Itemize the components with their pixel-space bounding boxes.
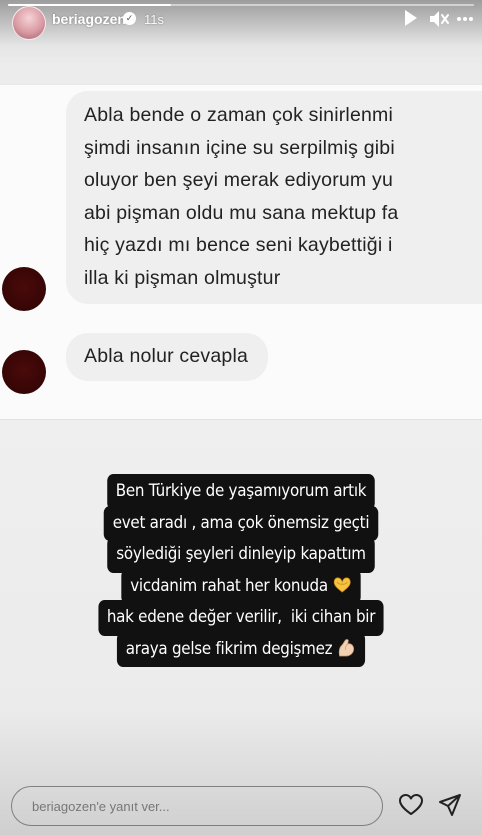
message-line: şimdi insanın içine su serpilmiş gibi — [84, 136, 395, 159]
more-icon[interactable] — [455, 9, 475, 34]
overlay-line-with-emoji: vicdanim rahat her konuda — [121, 568, 361, 604]
story-progress-bar — [8, 4, 474, 6]
message-line: abi pişman oldu mu sana mektup fa — [84, 201, 399, 224]
message-line: hiç yazdı mı bence seni kaybettiği i — [84, 234, 393, 256]
message-line: Abla bende o zaman çok sinirlenmi — [84, 104, 394, 126]
verified-badge-icon: ✓ — [123, 12, 136, 25]
message-bubble: Abla nolur cevapla — [66, 333, 269, 381]
story-timestamp: 11s — [144, 12, 164, 27]
sender-avatar — [2, 267, 46, 311]
overlay-line: hak edene değer verilir, iki cihan bir — [98, 600, 384, 636]
overlay-line: söylediği şeyleri dinleyip kapattım — [107, 537, 375, 573]
mute-icon[interactable] — [428, 9, 450, 34]
message-line: oluyor ben şeyi merak ediyorum yu — [84, 169, 393, 191]
sender-avatar — [2, 350, 46, 394]
avatar[interactable] — [12, 6, 46, 40]
overlay-text: araya gelse fikrim degişmez — [125, 638, 333, 659]
overlay-line: evet aradı , ama çok önemsiz geçti — [103, 505, 379, 541]
play-icon[interactable] — [404, 9, 418, 32]
dm-screenshot: Abla bende o zaman çok sinirlenmi şimdi i… — [0, 84, 482, 420]
send-icon[interactable] — [438, 793, 462, 822]
message-bubble: Abla bende o zaman çok sinirlenmi şimdi i… — [66, 91, 482, 304]
overlay-line-with-emoji: araya gelse fikrim degişmez — [116, 631, 366, 667]
story-username[interactable]: beriagozen — [52, 11, 126, 27]
story-text-overlay: Ben Türkiye de yaşamıyorum artık evet ar… — [29, 474, 453, 667]
reply-input[interactable] — [12, 787, 382, 825]
heart-icon[interactable] — [398, 793, 424, 822]
overlay-line: Ben Türkiye de yaşamıyorum artık — [106, 474, 376, 510]
reply-bar — [11, 786, 383, 826]
message-line: illa ki pişman olmuştur — [84, 266, 281, 289]
overlay-text: vicdanim rahat her konuda — [130, 575, 328, 596]
flexed-biceps-icon — [337, 638, 356, 658]
heart-hands-icon — [332, 576, 351, 594]
